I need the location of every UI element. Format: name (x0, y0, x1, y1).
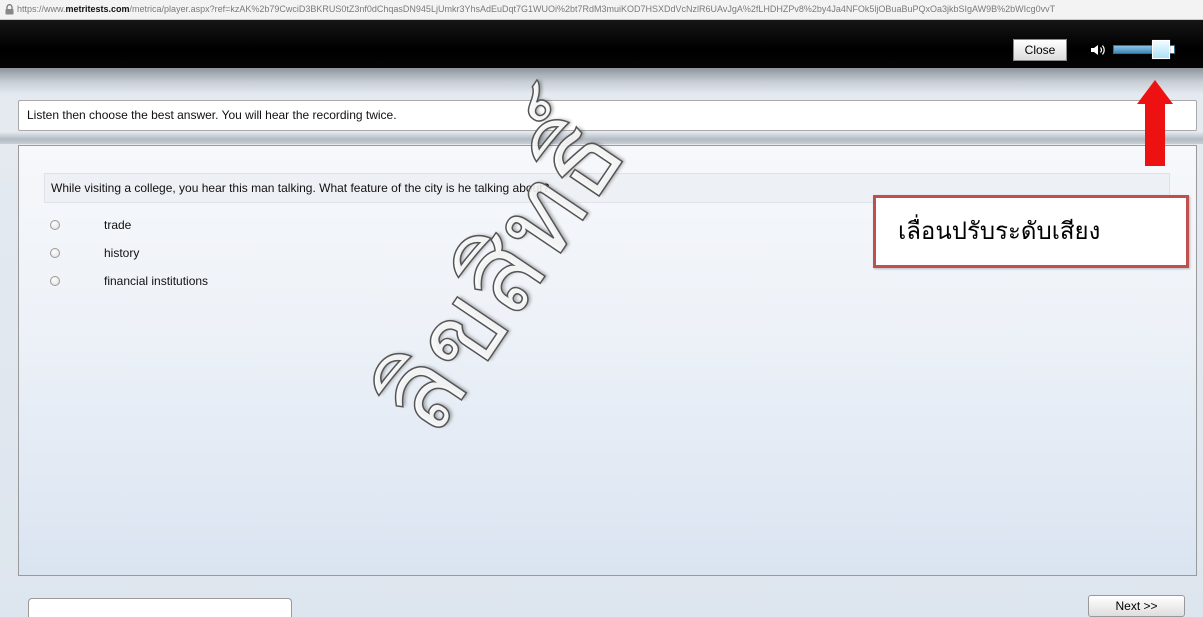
answer-option[interactable]: trade (44, 217, 444, 235)
toolbar-divider (0, 68, 1203, 94)
url-text[interactable]: https://www.metritests.com/metrica/playe… (17, 0, 1201, 19)
address-bar[interactable]: https://www.metritests.com/metrica/playe… (0, 0, 1203, 20)
section-divider (0, 132, 1203, 144)
speaker-icon (1091, 45, 1105, 55)
url-prefix: https://www. (17, 4, 66, 14)
option-label[interactable]: trade (104, 217, 131, 234)
option-label[interactable]: history (104, 245, 139, 262)
answer-option[interactable]: financial institutions (44, 273, 444, 291)
progress-box (28, 598, 292, 617)
volume-slider[interactable] (1113, 40, 1175, 59)
arrow-up-icon (1137, 80, 1173, 166)
url-domain: metritests.com (65, 4, 130, 14)
option-radio[interactable] (50, 248, 60, 258)
next-button[interactable]: Next >> (1088, 595, 1185, 617)
option-radio[interactable] (50, 220, 60, 230)
answer-option[interactable]: history (44, 245, 444, 263)
close-button[interactable]: Close (1013, 39, 1067, 61)
instruction-text: Listen then choose the best answer. You … (18, 100, 1197, 131)
volume-slider-thumb[interactable] (1151, 40, 1170, 59)
lock-icon (5, 4, 14, 15)
annotation-callout: เลื่อนปรับระดับเสียง (873, 195, 1189, 268)
test-player-window: https://www.metritests.com/metrica/playe… (0, 0, 1203, 617)
option-radio[interactable] (50, 276, 60, 286)
url-path: /metrica/player.aspx?ref=kzAK%2b79CwciD3… (129, 4, 1056, 14)
option-label[interactable]: financial institutions (104, 273, 208, 290)
